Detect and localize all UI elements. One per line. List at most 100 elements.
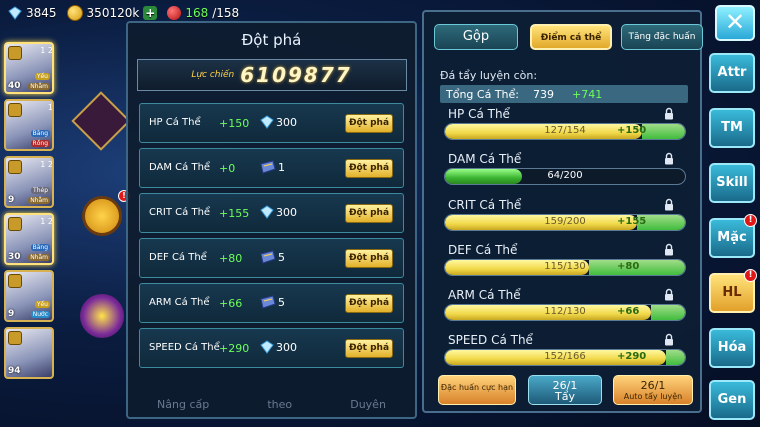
diamond-icon: [260, 205, 274, 219]
side-menu-5[interactable]: Hóa: [709, 328, 755, 368]
breakthrough-row: HP Cá Thể +150 300 Đột phá: [139, 103, 404, 143]
tab-individual-points[interactable]: Điểm cá thể: [530, 24, 612, 50]
side-menu-3[interactable]: Mặc!: [709, 214, 757, 258]
hero-level: 9: [8, 195, 15, 205]
hero-card[interactable]: 94: [4, 327, 54, 379]
stat-bar-plus: +155: [617, 216, 647, 227]
stat-name: DAM Cá Thể: [448, 152, 522, 166]
skill-slot-icon: [8, 217, 22, 231]
hero-tag-1: Thép: [31, 187, 50, 194]
lock-icon[interactable]: [664, 243, 674, 256]
lock-icon[interactable]: [664, 107, 674, 120]
stat-bar: 112/130 +66: [444, 304, 686, 321]
lock-icon[interactable]: [664, 333, 674, 346]
equipment-slot-icon[interactable]: [71, 91, 131, 151]
hero-tag-2: Nhẫm: [28, 197, 50, 204]
cost-value: 300: [276, 205, 297, 219]
lock-icon[interactable]: [664, 288, 674, 301]
scroll-icon: [260, 250, 276, 264]
side-menu-label: Gen: [717, 392, 747, 407]
side-menu-2[interactable]: Skill: [709, 163, 755, 203]
gold-count: 350120k: [86, 6, 140, 20]
auto-wash-button[interactable]: 26/1 Auto tẩy luyện: [613, 375, 693, 405]
stat-row: SPEED Cá Thể 152/166 +290: [440, 333, 688, 373]
tab-merge[interactable]: Gộp: [434, 24, 518, 50]
stat-bar: 159/200 +155: [444, 214, 686, 231]
breakthrough-row: SPEED Cá Thể +290 300 Đột phá: [139, 328, 404, 368]
lock-icon[interactable]: [664, 152, 674, 165]
side-menu-0[interactable]: Attr: [709, 53, 755, 93]
side-menu-1[interactable]: TM: [709, 108, 755, 148]
tab-special-training[interactable]: Tăng đặc huấn: [621, 24, 703, 50]
remaining-stones-label: Đá tẩy luyện còn:: [440, 69, 538, 82]
side-menu-label: TM: [721, 120, 743, 135]
side-menu-4[interactable]: HL!: [709, 269, 757, 313]
tab-upgrade[interactable]: Nâng cấp: [157, 398, 209, 411]
power-label: Lực chiến: [191, 70, 235, 80]
cost: 1: [260, 160, 285, 174]
hero-stars: 1 2: [40, 217, 53, 226]
hero-card[interactable]: 1 2 Băng Nhẫm 30: [4, 213, 54, 265]
diamond-icon: [260, 340, 274, 354]
stat-plus: +80: [219, 252, 243, 265]
alert-badge: !: [744, 269, 757, 282]
stat-name: HP Cá Thể: [448, 107, 510, 121]
hero-tag-2: Nước: [30, 311, 50, 318]
hero-tag-1: Băng: [30, 130, 50, 137]
stat-plus: +66: [219, 297, 243, 310]
hero-card[interactable]: 1 Băng Rồng: [4, 99, 54, 151]
breakthrough-button[interactable]: Đột phá: [345, 204, 393, 223]
hero-card[interactable]: 1 2 Thép Nhẫm 9: [4, 156, 54, 208]
cost: 300: [260, 115, 297, 129]
total-value: 739: [532, 87, 554, 101]
stamina-current: 168: [185, 6, 209, 20]
total-row: Tổng Cá Thể: 739 +741: [440, 85, 688, 103]
stat-bar-text: 64/200: [547, 170, 583, 181]
cost-value: 300: [276, 340, 297, 354]
hero-level: 94: [8, 366, 21, 376]
hero-card[interactable]: 1 2 Yếu Nhẫm 40: [4, 42, 54, 94]
breakthrough-button[interactable]: Đột phá: [345, 159, 393, 178]
cost-value: 300: [276, 115, 297, 129]
diamond-icon: [8, 6, 22, 20]
hero-card[interactable]: Yếu Nước 9: [4, 270, 54, 322]
tab-follow[interactable]: theo: [267, 398, 292, 411]
stat-bar-text: 152/166: [544, 351, 586, 362]
stat-row: DEF Cá Thể 115/130 +80: [440, 243, 688, 283]
extreme-training-button[interactable]: Đặc huấn cực hạn: [438, 375, 516, 405]
side-menu-label: Skill: [716, 175, 748, 190]
breakthrough-button[interactable]: Đột phá: [345, 114, 393, 133]
stat-bar: 152/166 +290: [444, 349, 686, 366]
auto-wash-count: 26/1: [640, 379, 666, 392]
stat-row: HP Cá Thể 127/154 +150: [440, 107, 688, 147]
tab-bond[interactable]: Duyên: [350, 398, 386, 411]
skill-slot-icon: [8, 160, 22, 174]
skill-slot-icon: [8, 274, 22, 288]
lock-icon[interactable]: [664, 198, 674, 211]
breakthrough-button[interactable]: Đột phá: [345, 249, 393, 268]
cost: 300: [260, 340, 297, 354]
stat-bar-plus: +150: [617, 125, 647, 136]
power-display: Lực chiến 6109877: [136, 59, 407, 91]
stat-plus: +0: [219, 162, 236, 175]
hero-stars: 1 2: [40, 46, 53, 55]
stat-bar-text: 112/130: [544, 306, 586, 317]
add-gold-button[interactable]: +: [143, 6, 158, 20]
side-menu-6[interactable]: Gen: [709, 380, 755, 420]
individual-points-panel: Gộp Điểm cá thể Tăng đặc huấn Đá tẩy luy…: [422, 10, 703, 413]
breakthrough-button[interactable]: Đột phá: [345, 339, 393, 358]
star-core-icon[interactable]: [80, 294, 124, 338]
gem-counter: 3845: [8, 6, 57, 20]
gem-count: 3845: [26, 6, 57, 20]
stamina-max: /158: [212, 6, 240, 20]
skill-slot-icon: [8, 46, 22, 60]
stat-bar: 115/130 +80: [444, 259, 686, 276]
bottom-tabs: Nâng cấp theo Duyên: [128, 398, 415, 411]
wash-button[interactable]: 26/1 Tẩy: [528, 375, 602, 405]
breakthrough-button[interactable]: Đột phá: [345, 294, 393, 313]
cost-value: 5: [278, 250, 285, 264]
hero-tag-1: Yếu: [34, 73, 50, 80]
breakthrough-row: DEF Cá Thể +80 5 Đột phá: [139, 238, 404, 278]
close-button[interactable]: ✕: [715, 5, 755, 41]
bag-icon[interactable]: [82, 196, 122, 236]
